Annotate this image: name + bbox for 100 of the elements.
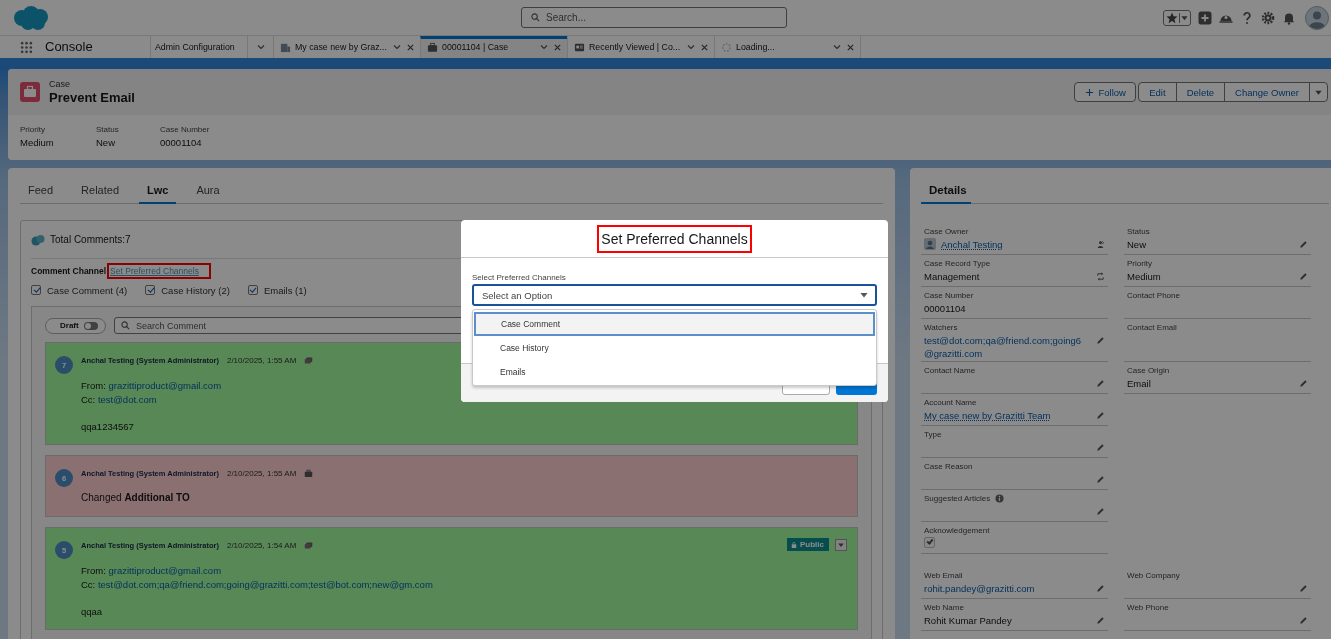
close-icon[interactable] [700, 42, 709, 52]
field-label: Web Company [1127, 570, 1180, 580]
field-label: Contact Name [924, 365, 976, 375]
edit-icon[interactable] [1096, 443, 1105, 452]
edit-icon[interactable] [1096, 616, 1105, 625]
field-label: Type [924, 429, 942, 439]
chevron-down-icon[interactable] [686, 42, 696, 52]
lock-icon [791, 540, 797, 549]
action-button[interactable]: Change Owner [1224, 82, 1310, 102]
follow-button[interactable]: Follow [1074, 82, 1137, 102]
details-tab[interactable]: Details [921, 180, 971, 204]
edit-icon[interactable] [1299, 240, 1308, 249]
edit-icon[interactable] [1096, 336, 1105, 345]
search-field[interactable]: Search... [521, 7, 787, 28]
search-icon [121, 321, 130, 330]
email-header-line: From: grazittiproduct@gmail.com [81, 564, 223, 578]
user-link[interactable]: Anchal Testing [941, 238, 1003, 251]
list-icon [574, 41, 585, 53]
workspace-tab[interactable]: Loading... [714, 36, 861, 58]
close-icon[interactable] [846, 42, 855, 52]
edit-icon[interactable] [1096, 507, 1105, 516]
field-label: Contact Email [1127, 322, 1177, 332]
more-actions-button[interactable] [1309, 82, 1328, 102]
record-title: Prevent Email [49, 90, 135, 105]
timestamp: 2/10/2025, 1:55 AM [226, 468, 297, 478]
email-link[interactable]: grazittiproduct@gmail.com [108, 565, 222, 576]
chat-bubbles-icon [31, 233, 45, 246]
record-tab[interactable]: Aura [188, 180, 228, 204]
email-link[interactable]: test@dot.com;qa@friend.com;going6@grazitti.com [924, 334, 1084, 360]
comment-text: qqa1234567 [81, 421, 135, 432]
field-value: New [1127, 238, 1146, 251]
comment-text: qqaa [81, 606, 104, 617]
checkbox[interactable] [145, 285, 156, 295]
field-label: Suggested Articles [924, 493, 991, 503]
chevron-down-icon[interactable] [392, 42, 402, 52]
dropdown-option[interactable]: Case Comment [474, 312, 875, 336]
record-link[interactable]: My case new by Grazitti Team [924, 409, 1051, 422]
settings-icon[interactable] [1261, 10, 1275, 25]
caret-down-icon [1179, 12, 1189, 23]
star-icon [1166, 11, 1178, 24]
avatar-icon[interactable] [1305, 5, 1329, 30]
close-icon[interactable] [406, 42, 415, 52]
close-icon[interactable] [553, 42, 562, 52]
field-label: Case Reason [924, 461, 973, 471]
field-label: Watchers [924, 322, 958, 332]
field-label: Case Record Type [924, 258, 991, 268]
field-label: Case Number [160, 125, 211, 134]
user-avatar-icon [924, 238, 936, 250]
field-label: Priority [1127, 258, 1152, 268]
action-button[interactable]: Delete [1175, 82, 1226, 102]
edit-icon[interactable] [1096, 411, 1105, 420]
briefcase-icon [427, 41, 438, 53]
favorites-button[interactable] [1163, 9, 1191, 26]
edit-icon[interactable] [1299, 584, 1308, 593]
edit-icon[interactable] [1299, 379, 1308, 388]
menu-button[interactable] [835, 538, 847, 551]
email-link[interactable]: grazittiproduct@gmail.com [108, 380, 222, 391]
field-value: Management [924, 270, 980, 283]
edit-icon[interactable] [1299, 616, 1308, 625]
briefcase-icon [304, 468, 314, 478]
email-link[interactable]: test@dot.com;qa@friend.com;going@grazitti.com;test@bot.com;new@gm.com [97, 579, 433, 590]
cloud-logo-icon[interactable] [11, 3, 51, 32]
field-value: Medium [1127, 270, 1161, 283]
checkbox[interactable] [31, 285, 41, 295]
field-label: Case Number [924, 290, 974, 300]
channel-label: Comment Channel [31, 265, 107, 276]
dropdown-field[interactable]: Select an Option [472, 284, 877, 306]
visibility-badge: Public [787, 538, 829, 551]
record-tab[interactable]: Feed [20, 180, 62, 204]
draft-toggle[interactable]: Draft [45, 317, 106, 334]
email-link[interactable]: test@dot.com [97, 394, 157, 405]
chevron-down-icon[interactable] [832, 42, 842, 52]
edit-icon[interactable] [1096, 379, 1105, 388]
checkbox-label: Emails (1) [263, 284, 307, 296]
help-icon[interactable] [1240, 10, 1254, 25]
edit-icon[interactable] [1299, 272, 1308, 281]
checkbox[interactable] [247, 285, 258, 295]
record-tab[interactable]: Related [73, 180, 127, 204]
workspace-tab[interactable]: 00001104 | Case [420, 36, 567, 58]
field-value: Email [1127, 377, 1151, 390]
add-icon[interactable] [1198, 10, 1212, 25]
dropdown-option[interactable]: Case History [474, 336, 875, 360]
field-label: Select Preferred Channels [472, 273, 567, 282]
app-launcher-icon[interactable] [20, 41, 33, 54]
timestamp: 2/10/2025, 1:54 AM [226, 540, 297, 550]
caret-down-icon [837, 540, 845, 549]
edit-icon[interactable] [1096, 475, 1105, 484]
preferred-channels-link[interactable]: Set Preferred Channels [110, 265, 199, 276]
change-owner-icon[interactable] [1096, 240, 1105, 249]
app-name: Console [45, 38, 94, 56]
record-tab[interactable]: Lwc [139, 180, 177, 204]
chevron-down-icon[interactable] [539, 42, 549, 52]
email-link[interactable]: rohit.pandey@grazitti.com [924, 582, 1035, 595]
edit-icon[interactable] [1096, 584, 1105, 593]
spinner-icon [721, 41, 732, 53]
comment-text: Changed Additional TO [81, 492, 191, 503]
change-record-type-icon[interactable] [1096, 272, 1105, 281]
field-value: Medium [20, 137, 55, 148]
dropdown-option[interactable]: Emails [474, 360, 875, 384]
action-button[interactable]: Edit [1138, 82, 1177, 102]
